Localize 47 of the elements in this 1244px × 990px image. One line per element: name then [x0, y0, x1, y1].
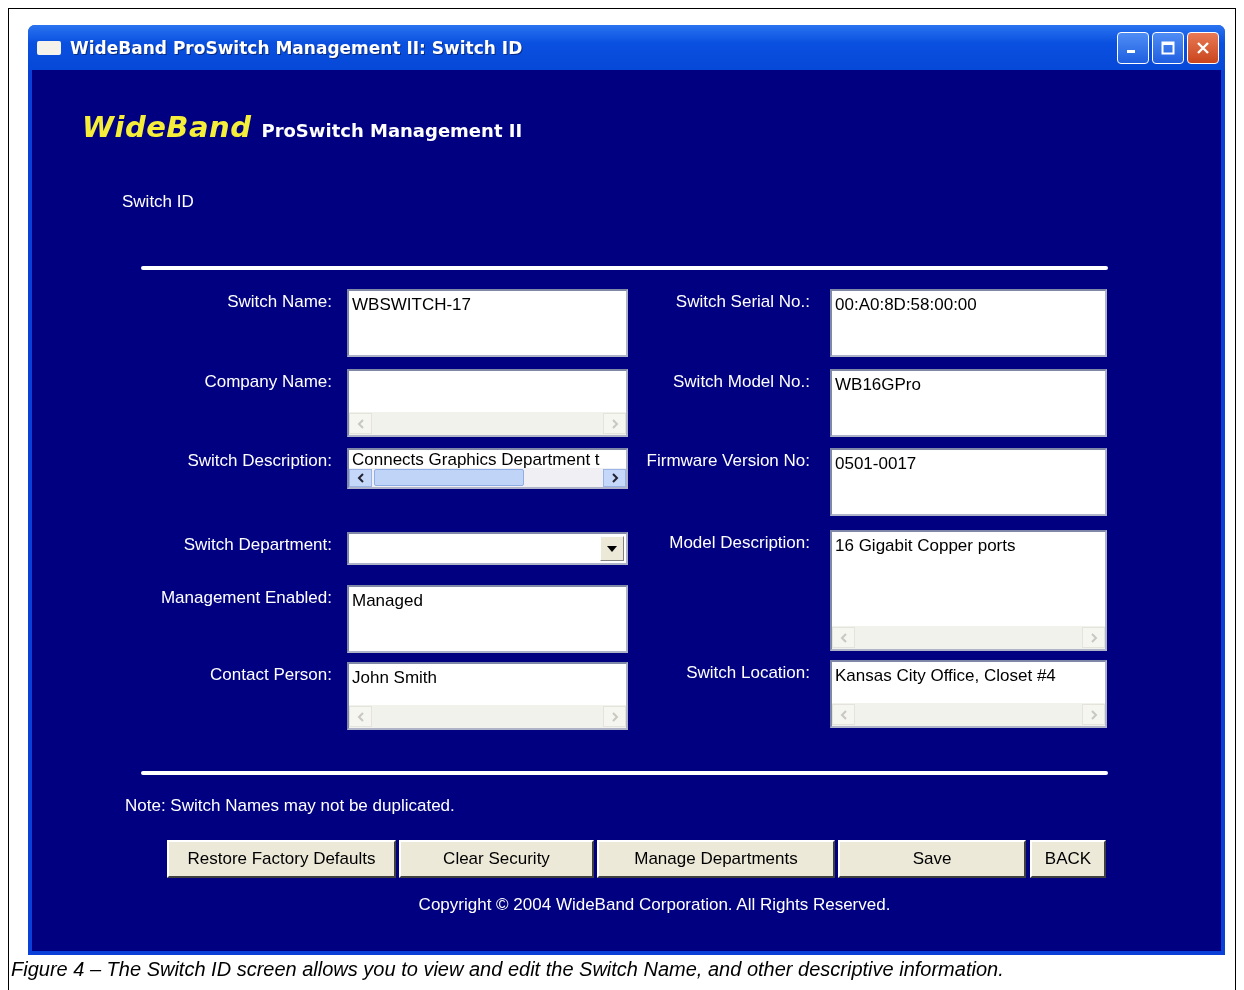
action-button[interactable]: Manage Departments	[597, 840, 835, 878]
minimize-icon	[1127, 50, 1135, 53]
scrollbar-thumb[interactable]	[374, 469, 524, 486]
figure-caption: Figure 4 – The Switch ID screen allows you to view and edit the Switch Name, and other descriptive information.	[11, 958, 1005, 981]
field-label: Switch Department:	[182, 534, 332, 555]
field-label: Contact Person:	[209, 664, 332, 685]
maximize-icon	[1161, 40, 1175, 55]
horizontal-scrollbar[interactable]	[349, 468, 626, 487]
text-field[interactable]: Kansas City Office, Closet #4	[830, 660, 1107, 728]
field-label: Switch Serial No.:	[674, 291, 810, 312]
note-text: Note: Switch Names may not be duplicated.	[125, 796, 456, 816]
field-label: Switch Name:	[226, 291, 332, 312]
text-field[interactable]: Connects Graphics Department t	[347, 448, 628, 489]
scroll-right-button[interactable]	[603, 468, 626, 487]
text-field[interactable]: 00:A0:8D:58:00:00	[830, 289, 1107, 357]
window-icon	[37, 39, 61, 56]
text-field[interactable]: WBSWITCH-17	[347, 289, 628, 357]
action-button[interactable]: BACK	[1030, 840, 1106, 878]
text-field[interactable]: 0501-0017	[830, 448, 1107, 516]
text-field[interactable]: 16 Gigabit Copper ports	[830, 530, 1107, 651]
action-button[interactable]: Clear Security	[399, 840, 594, 878]
field-label: Switch Model No.:	[672, 371, 810, 392]
copyright-text: Copyright © 2004 WideBand Corporation. All Rights Reserved.	[417, 895, 892, 915]
field-label: Switch Location:	[685, 662, 810, 683]
action-button[interactable]: Restore Factory Defaults	[167, 840, 396, 878]
caret-icon	[607, 545, 617, 552]
field-label: Firmware Version No:	[645, 450, 810, 471]
window-title: WideBand ProSwitch Management II: Switch ID	[70, 37, 523, 58]
dropdown-field[interactable]	[347, 532, 628, 565]
section-title: Switch ID	[122, 192, 195, 212]
field-label: Model Description:	[668, 532, 810, 553]
product-name: ProSwitch Management II	[261, 120, 523, 141]
brand-logo: WideBand	[82, 110, 252, 144]
text-field[interactable]: John Smith	[347, 662, 628, 730]
maximize-button[interactable]	[1152, 31, 1184, 64]
field-label: Company Name:	[203, 371, 332, 392]
text-field[interactable]	[347, 369, 628, 437]
scroll-left-button[interactable]	[349, 468, 372, 487]
field-label: Switch Description:	[186, 450, 332, 471]
minimize-button[interactable]	[1117, 31, 1149, 64]
field-label: Management Enabled:	[159, 587, 332, 608]
text-field[interactable]: Managed	[347, 585, 628, 653]
dropdown-button[interactable]	[600, 536, 624, 561]
action-button[interactable]: Save	[838, 840, 1026, 878]
text-field[interactable]: WB16GPro	[830, 369, 1107, 437]
close-icon	[1196, 40, 1210, 55]
close-button[interactable]	[1187, 31, 1219, 64]
